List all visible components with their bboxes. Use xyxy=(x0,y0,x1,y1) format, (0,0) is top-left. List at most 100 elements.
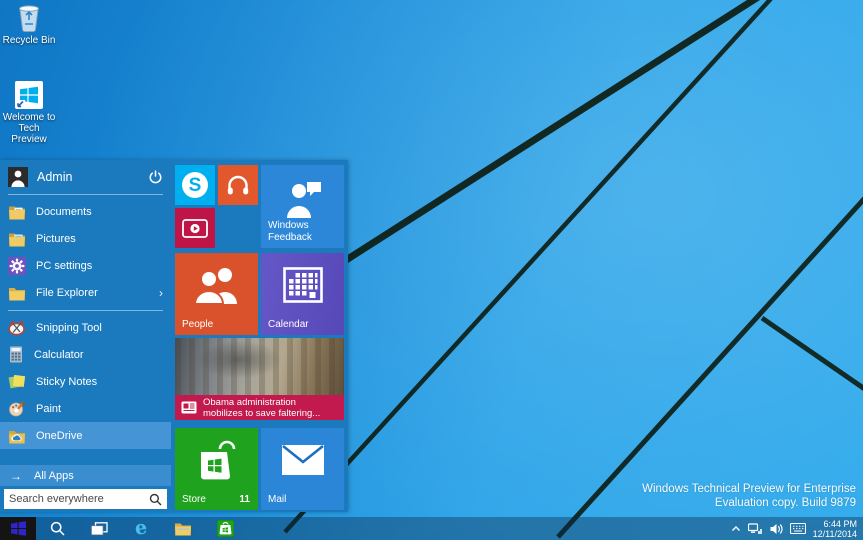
mail-envelope-icon xyxy=(281,444,325,476)
clock-date: 12/11/2014 xyxy=(813,529,857,539)
menu-item-label: Paint xyxy=(36,403,163,415)
taskbar-search-button[interactable] xyxy=(36,517,78,540)
chevron-right-icon: › xyxy=(159,286,163,300)
menu-item-file-explorer[interactable]: File Explorer › xyxy=(0,279,171,306)
news-banner: Obama administration mobilizes to save f… xyxy=(175,395,344,420)
pictures-folder-icon xyxy=(8,231,26,247)
menu-item-label: Snipping Tool xyxy=(36,322,163,334)
task-view-icon xyxy=(91,522,108,536)
internet-explorer-button[interactable]: e xyxy=(120,517,162,540)
network-icon[interactable] xyxy=(748,523,763,535)
clock-time: 6:44 PM xyxy=(813,519,857,529)
file-explorer-folder-icon xyxy=(8,285,26,301)
store-bag-icon xyxy=(196,440,238,480)
welcome-tech-preview-label: Welcome to Tech Preview xyxy=(0,112,58,145)
snipping-tool-icon xyxy=(8,319,26,336)
welcome-tech-preview-desktop-icon[interactable]: Welcome to Tech Preview xyxy=(0,80,58,145)
all-apps-label: All Apps xyxy=(34,470,74,482)
menu-item-label: Pictures xyxy=(36,233,163,245)
headphones-icon xyxy=(226,174,250,196)
news-headline: Obama administration mobilizes to save f… xyxy=(203,397,320,419)
documents-folder-icon xyxy=(8,204,26,220)
taskbar: e xyxy=(0,517,863,540)
store-badge-count: 11 xyxy=(239,494,250,505)
pc-settings-gear-icon xyxy=(8,257,26,275)
skype-glyph: S xyxy=(189,176,202,195)
sticky-notes-icon xyxy=(8,373,26,390)
tile-label: Store xyxy=(182,494,206,506)
feedback-person-icon xyxy=(281,178,325,218)
menu-item-label: Sticky Notes xyxy=(36,376,163,388)
task-view-button[interactable] xyxy=(78,517,120,540)
tile-label: Windows Feedback xyxy=(268,220,330,243)
taskbar-store-button[interactable] xyxy=(204,517,246,540)
start-search-box[interactable] xyxy=(4,489,167,509)
windows-logo-icon xyxy=(11,521,26,536)
menu-item-snipping-tool[interactable]: Snipping Tool xyxy=(0,314,171,341)
menu-item-label: Calculator xyxy=(34,349,163,361)
menu-item-calculator[interactable]: Calculator xyxy=(0,341,171,368)
menu-item-onedrive[interactable]: OneDrive xyxy=(0,422,171,449)
touch-keyboard-icon[interactable] xyxy=(790,523,806,534)
tile-video[interactable] xyxy=(175,208,215,248)
volume-icon[interactable] xyxy=(770,523,783,535)
tile-people[interactable]: People xyxy=(175,253,258,335)
power-icon[interactable] xyxy=(148,170,163,185)
video-icon xyxy=(182,219,208,238)
recycle-bin-icon xyxy=(14,0,44,33)
start-button[interactable] xyxy=(0,517,36,540)
start-menu: Admin Documents xyxy=(0,160,348,512)
user-header: Admin xyxy=(0,160,171,194)
all-apps-button[interactable]: → All Apps xyxy=(0,465,171,486)
news-icon xyxy=(181,401,197,414)
user-avatar[interactable] xyxy=(8,167,28,187)
nav-secondary: Snipping Tool Calculator xyxy=(0,311,171,449)
tile-windows-feedback[interactable]: Windows Feedback xyxy=(261,165,344,248)
paint-palette-icon xyxy=(8,400,26,417)
menu-item-label: PC settings xyxy=(36,260,163,272)
menu-item-paint[interactable]: Paint xyxy=(0,395,171,422)
tile-label: People xyxy=(182,319,213,331)
menu-item-label: File Explorer xyxy=(36,287,159,299)
recycle-bin-desktop-icon[interactable]: Recycle Bin xyxy=(0,0,58,46)
clock[interactable]: 6:44 PM 12/11/2014 xyxy=(813,519,857,539)
welcome-shortcut-icon xyxy=(14,80,44,110)
user-name[interactable]: Admin xyxy=(37,170,148,184)
recycle-bin-label: Recycle Bin xyxy=(0,35,58,46)
news-photo xyxy=(175,338,344,395)
store-icon xyxy=(217,520,234,537)
onedrive-folder-icon xyxy=(8,428,26,444)
file-explorer-button[interactable] xyxy=(162,517,204,540)
menu-item-pc-settings[interactable]: PC settings xyxy=(0,252,171,279)
evaluation-watermark: Windows Technical Preview for Enterprise… xyxy=(642,482,856,510)
tile-label: Calendar xyxy=(268,319,309,331)
show-hidden-icons-caret[interactable] xyxy=(731,525,741,532)
menu-item-sticky-notes[interactable]: Sticky Notes xyxy=(0,368,171,395)
tile-music[interactable] xyxy=(218,165,258,205)
tile-skype[interactable]: S xyxy=(175,165,215,205)
arrow-right-icon: → xyxy=(10,469,22,483)
tile-news[interactable]: Obama administration mobilizes to save f… xyxy=(175,338,344,420)
calculator-icon xyxy=(8,346,24,363)
start-search-input[interactable] xyxy=(9,493,149,505)
calendar-icon xyxy=(283,267,323,303)
tile-mail[interactable]: Mail xyxy=(261,428,344,510)
internet-explorer-icon: e xyxy=(134,518,148,538)
news-headline-line2: mobilizes to save faltering... xyxy=(203,408,320,419)
search-icon xyxy=(50,521,65,536)
people-icon xyxy=(194,266,240,304)
news-headline-line1: Obama administration xyxy=(203,397,320,408)
watermark-line1: Windows Technical Preview for Enterprise xyxy=(642,482,856,496)
search-icon[interactable] xyxy=(149,493,162,506)
menu-item-label: OneDrive xyxy=(36,430,163,442)
start-tiles-area: S Windows Feedback xyxy=(174,165,345,510)
menu-item-pictures[interactable]: Pictures xyxy=(0,225,171,252)
tile-label: Mail xyxy=(268,494,286,506)
menu-item-label: Documents xyxy=(36,206,163,218)
tile-store[interactable]: Store 11 xyxy=(175,428,258,510)
tile-calendar[interactable]: Calendar xyxy=(261,253,344,335)
watermark-line2: Evaluation copy. Build 9879 xyxy=(642,496,856,510)
menu-item-documents[interactable]: Documents xyxy=(0,198,171,225)
skype-icon: S xyxy=(182,172,208,198)
file-explorer-icon xyxy=(174,521,192,536)
